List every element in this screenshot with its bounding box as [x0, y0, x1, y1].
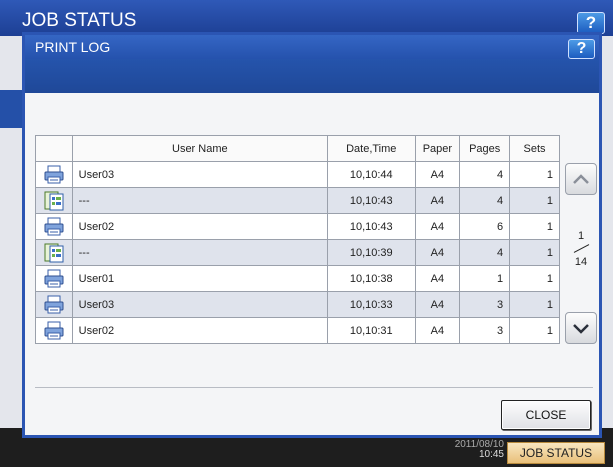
cell-pages: 4: [459, 239, 511, 266]
header-paper: Paper: [414, 135, 461, 162]
cell-paper: A4: [414, 291, 461, 318]
dialog-header-band: [25, 59, 599, 93]
cell-paper: A4: [414, 239, 461, 266]
table-row[interactable]: User02 10,10:43 A4 6 1: [35, 213, 560, 240]
header-icon: [35, 135, 73, 162]
cell-date-time: 10,10:43: [327, 187, 416, 214]
list-print-icon: [35, 187, 73, 214]
cell-sets: 1: [509, 291, 560, 318]
scroll-up-button[interactable]: [565, 163, 597, 195]
cell-sets: 1: [509, 187, 560, 214]
cell-date-time: 10,10:38: [327, 265, 416, 292]
header-pages: Pages: [459, 135, 511, 162]
cell-user-name: ---: [71, 187, 329, 214]
cell-sets: 1: [509, 161, 560, 188]
cell-paper: A4: [414, 213, 461, 240]
job-status-button[interactable]: JOB STATUS: [507, 442, 605, 464]
cell-paper: A4: [414, 161, 461, 188]
cell-user-name: User03: [71, 161, 329, 188]
printer-icon: [35, 161, 73, 188]
cell-sets: 1: [509, 265, 560, 292]
help-button[interactable]: ?: [577, 12, 605, 34]
window-title-bar: JOB STATUS ?: [0, 0, 613, 36]
table-row[interactable]: User02 10,10:31 A4 3 1: [35, 317, 560, 344]
window-title: JOB STATUS: [22, 10, 137, 31]
cell-date-time: 10,10:44: [327, 161, 416, 188]
background-panel-left: [0, 36, 22, 456]
cell-user-name: User01: [71, 265, 329, 292]
printer-icon: [35, 291, 73, 318]
print-log-dialog: PRINT LOG ? User Name Date,Time Paper Pa…: [22, 32, 602, 438]
dialog-title: PRINT LOG: [35, 39, 111, 55]
cell-pages: 3: [459, 291, 511, 318]
cell-paper: A4: [414, 187, 461, 214]
cell-sets: 1: [509, 239, 560, 266]
close-button[interactable]: CLOSE: [501, 400, 591, 430]
table-row[interactable]: User01 10,10:38 A4 1 1: [35, 265, 560, 292]
header-date-time: Date,Time: [327, 135, 416, 162]
table-row[interactable]: --- 10,10:43 A4 4 1: [35, 187, 560, 214]
chevron-down-icon: [573, 324, 589, 334]
cell-date-time: 10,10:39: [327, 239, 416, 266]
table-row[interactable]: --- 10,10:39 A4 4 1: [35, 239, 560, 266]
cell-date-time: 10,10:33: [327, 291, 416, 318]
page-indicator: 1 14: [565, 230, 597, 268]
cell-paper: A4: [414, 265, 461, 292]
dialog-help-button[interactable]: ?: [568, 39, 595, 59]
cell-pages: 4: [459, 161, 511, 188]
table-row[interactable]: User03 10,10:44 A4 4 1: [35, 161, 560, 188]
print-log-table: User Name Date,Time Paper Pages Sets Use…: [35, 135, 560, 344]
scroll-down-button[interactable]: [565, 312, 597, 344]
clock: 2011/08/10 10:45: [436, 440, 504, 460]
cell-pages: 4: [459, 187, 511, 214]
cell-pages: 6: [459, 213, 511, 240]
page-current: 1: [577, 230, 585, 242]
header-user-name: User Name: [71, 135, 329, 162]
cell-user-name: User02: [71, 213, 329, 240]
cell-user-name: User03: [71, 291, 329, 318]
page-divider: [565, 242, 597, 256]
printer-icon: [35, 213, 73, 240]
dialog-divider: [35, 387, 593, 388]
printer-icon: [35, 317, 73, 344]
printer-icon: [35, 265, 73, 292]
table-row[interactable]: User03 10,10:33 A4 3 1: [35, 291, 560, 318]
table-header-row: User Name Date,Time Paper Pages Sets: [35, 135, 560, 162]
background-panel-right: [601, 36, 613, 456]
chevron-up-icon: [573, 174, 589, 184]
cell-pages: 1: [459, 265, 511, 292]
cell-paper: A4: [414, 317, 461, 344]
cell-sets: 1: [509, 213, 560, 240]
cell-date-time: 10,10:43: [327, 213, 416, 240]
cell-date-time: 10,10:31: [327, 317, 416, 344]
list-print-icon: [35, 239, 73, 266]
clock-time: 10:45: [478, 449, 504, 460]
cell-pages: 3: [459, 317, 511, 344]
cell-user-name: User02: [71, 317, 329, 344]
cell-sets: 1: [509, 317, 560, 344]
page-total: 14: [574, 256, 588, 268]
header-sets: Sets: [509, 135, 560, 162]
dialog-title-bar: PRINT LOG ?: [25, 35, 599, 59]
cell-user-name: ---: [71, 239, 329, 266]
